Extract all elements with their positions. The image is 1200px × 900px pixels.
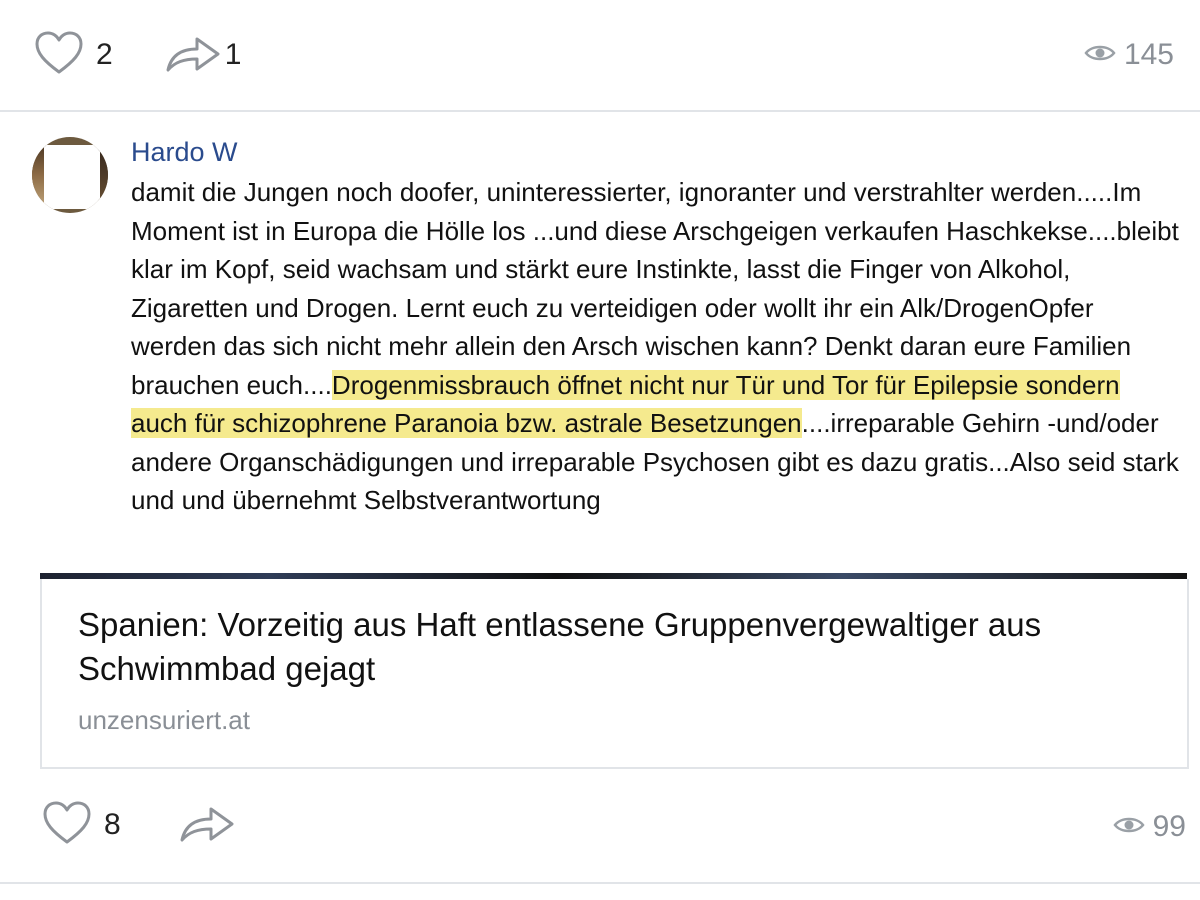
top-action-bar: 2 1: [34, 30, 241, 80]
view-count: 145: [1123, 38, 1174, 71]
share-icon[interactable]: [165, 30, 221, 81]
link-preview-title[interactable]: Spanien: Vorzeitig aus Haft entlassene G…: [78, 603, 1158, 691]
link-preview-card[interactable]: Spanien: Vorzeitig aus Haft entlassene G…: [40, 579, 1189, 769]
bottom-action-bar: 8: [42, 800, 235, 850]
link-preview-domain: unzensuriert.at: [78, 705, 250, 735]
divider: [0, 110, 1200, 112]
eye-icon: [1084, 39, 1116, 72]
views-indicator: 99: [1113, 810, 1186, 844]
divider: [0, 882, 1200, 884]
avatar[interactable]: [32, 137, 108, 213]
view-count: 99: [1152, 810, 1186, 843]
eye-icon: [1113, 811, 1145, 844]
like-count: 2: [96, 38, 113, 71]
like-count: 8: [104, 808, 121, 841]
comment-text-before: damit die Jungen noch doofer, uninteress…: [131, 177, 1179, 400]
views-indicator: 145: [1084, 38, 1174, 72]
heart-icon[interactable]: [42, 800, 92, 851]
share-icon[interactable]: [179, 800, 235, 851]
heart-icon[interactable]: [34, 30, 84, 81]
comment-author-link[interactable]: Hardo W: [131, 137, 238, 168]
comment-text: damit die Jungen noch doofer, uninteress…: [131, 173, 1181, 537]
share-count: 1: [224, 38, 242, 71]
